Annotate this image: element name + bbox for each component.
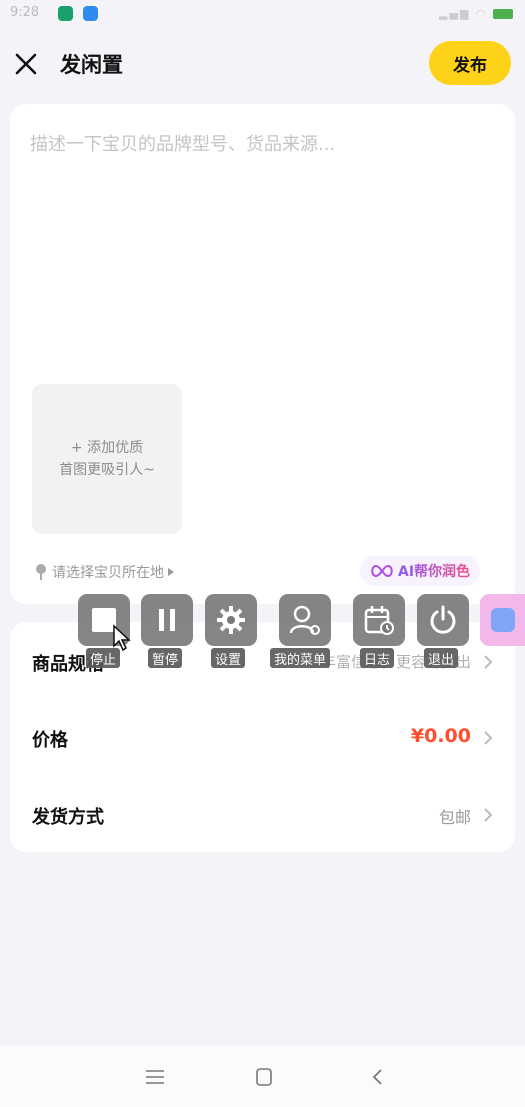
back-icon[interactable]: [366, 1067, 390, 1087]
signal-wifi-battery-icons: ▂▄▆ ◠: [439, 7, 513, 20]
floating-toolbar: 停止 暂停 设置 我的菜单 日志 退出: [0, 594, 525, 668]
location-pin-icon: [36, 564, 46, 580]
exit-button[interactable]: [417, 594, 469, 646]
pause-icon: [159, 609, 175, 631]
chevron-right-icon: [484, 731, 493, 745]
user-gear-icon: [289, 605, 320, 635]
description-input[interactable]: 描述一下宝贝的品牌型号、货品来源...: [30, 130, 490, 156]
chevron-right-icon: [484, 655, 493, 669]
triangle-right-icon: [168, 568, 174, 576]
ai-polish-button[interactable]: AI帮你润色: [360, 556, 481, 586]
app-notification-icon: [83, 6, 98, 21]
price-value: ¥0.00: [410, 725, 471, 747]
publish-button[interactable]: 发布: [429, 41, 511, 85]
close-icon: [15, 53, 37, 75]
add-photo-line1: + 添加优质: [70, 440, 144, 456]
header: 发闲置 发布: [0, 36, 525, 92]
location-label: 请选择宝贝所在地: [52, 565, 164, 581]
status-bar: 9:28 ▂▄▆ ◠: [0, 0, 525, 28]
exit-label: 退出: [424, 648, 459, 668]
location-selector[interactable]: 请选择宝贝所在地: [34, 560, 179, 584]
app-icon: [490, 608, 515, 632]
close-button[interactable]: [12, 50, 40, 78]
settings-label: 设置: [211, 648, 246, 668]
system-nav-bar: [0, 1045, 525, 1107]
shipping-row[interactable]: 发货方式 包邮: [10, 785, 515, 845]
description-card: 描述一下宝贝的品牌型号、货品来源... + 添加优质 首图更吸引人~ 请选择宝贝…: [10, 104, 515, 604]
battery-icon: [493, 9, 513, 19]
log-label: 日志: [360, 648, 395, 668]
ai-polish-label: AI帮你润色: [398, 561, 470, 581]
add-photo-line2: 首图更吸引人~: [59, 462, 155, 478]
home-icon[interactable]: [252, 1067, 276, 1087]
chevron-right-icon: [484, 808, 493, 822]
shipping-value: 包邮: [438, 808, 471, 827]
shipping-label: 发货方式: [32, 807, 104, 828]
shield-app-icon: [58, 6, 73, 21]
my-menu-button[interactable]: [279, 594, 331, 646]
status-time: 9:28: [10, 5, 40, 20]
ai-infinity-icon: [371, 564, 393, 578]
my-menu-label: 我的菜单: [270, 648, 331, 668]
calendar-clock-icon: [364, 606, 394, 635]
settings-button[interactable]: [205, 594, 257, 646]
menu-icon[interactable]: [143, 1067, 167, 1087]
mouse-cursor-icon: [113, 624, 131, 652]
add-photo-button[interactable]: + 添加优质 首图更吸引人~: [32, 384, 182, 534]
price-label: 价格: [32, 730, 68, 751]
power-icon: [430, 605, 456, 634]
pause-button[interactable]: [141, 594, 193, 646]
pause-label: 暂停: [148, 648, 183, 668]
gear-icon: [217, 606, 245, 634]
log-button[interactable]: [353, 594, 405, 646]
page-title: 发闲置: [60, 53, 123, 77]
floating-app-button[interactable]: [480, 594, 525, 646]
price-row[interactable]: 价格 ¥0.00: [10, 708, 515, 768]
